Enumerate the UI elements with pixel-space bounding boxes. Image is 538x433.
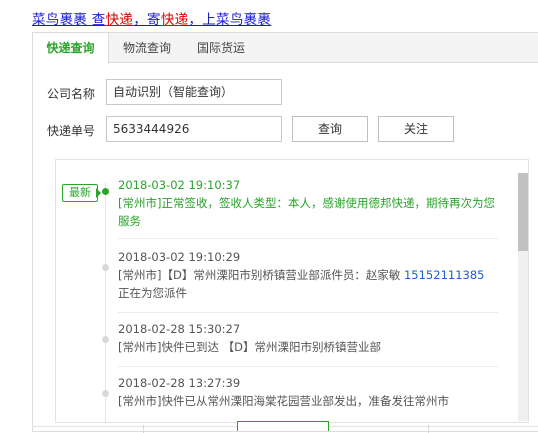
timeline-line [105, 182, 106, 422]
promo-text-2[interactable]: 快递 [106, 12, 134, 28]
tab-express-query[interactable]: 快递查询 [33, 33, 109, 64]
bottom-divider-tick [428, 425, 429, 433]
entry-desc-text: [常州市]【D】常州溧阳市别桥镇营业部派件员：赵家敏 [118, 268, 404, 282]
entry-desc: [常州市]【D】常州溧阳市别桥镇营业部派件员：赵家敏 15152111385 [118, 266, 498, 284]
tracking-number-label: 快递单号 [47, 124, 96, 138]
follow-button[interactable]: 关注 [378, 116, 454, 142]
query-button[interactable]: 查询 [292, 116, 368, 142]
entry-desc-cont: 正在为您派件 [118, 286, 187, 300]
tracking-results: 最新 2018-03-02 19:10:37 [常州市]正常签收，签收人类型：本… [55, 159, 529, 423]
tab-logistics-query[interactable]: 物流查询 [111, 33, 183, 63]
entry-time: 2018-02-28 13:27:39 [118, 376, 241, 390]
timeline-dot [102, 336, 109, 343]
tracking-number-input[interactable]: 5633444926 [106, 116, 282, 142]
entry-time: 2018-02-28 15:30:27 [118, 322, 241, 336]
company-label: 公司名称 [47, 87, 96, 101]
bottom-divider-tick [143, 425, 144, 433]
tracking-entry: 2018-02-28 13:27:39 [常州市]快件已从常州溧阳海棠花园营业部… [118, 374, 498, 410]
entry-desc: [常州市]正常签收，签收人类型：本人，感谢使用德邦快递，期待再次为您服务 [118, 196, 495, 228]
entry-time: 2018-03-02 19:10:37 [118, 178, 241, 192]
promo-text-1[interactable]: 菜鸟裹裹 查 [32, 12, 106, 28]
timeline-dot [102, 390, 109, 397]
timeline-dot-latest [102, 188, 109, 195]
results-scrollbar-thumb[interactable] [518, 173, 528, 251]
promo-text-4[interactable]: 快递 [161, 12, 189, 28]
company-select[interactable]: 自动识别（智能查询） [106, 79, 282, 105]
entry-divider [118, 312, 498, 313]
courier-phone[interactable]: 15152111385 [404, 268, 484, 282]
bottom-action-button[interactable] [237, 421, 329, 431]
tab-international-freight[interactable]: 国际货运 [189, 33, 253, 63]
timeline-dot [102, 264, 109, 271]
tracking-entry: 2018-03-02 19:10:37 [常州市]正常签收，签收人类型：本人，感… [118, 176, 498, 230]
promo-link[interactable]: 菜鸟裹裹 查快递，寄快递，上菜鸟裹裹 [32, 8, 271, 28]
latest-badge-arrow [96, 188, 101, 198]
promo-text-3[interactable]: ，寄 [133, 12, 161, 28]
entry-divider [118, 238, 498, 239]
latest-badge: 最新 [62, 184, 98, 202]
tracking-entry: 2018-03-02 19:10:29 [常州市]【D】常州溧阳市别桥镇营业部派… [118, 248, 498, 302]
entry-time: 2018-03-02 19:10:29 [118, 250, 241, 264]
tracking-entry: 2018-02-28 15:30:27 [常州市]快件已到达 【D】常州溧阳市别… [118, 320, 498, 356]
promo-text-5[interactable]: ，上菜鸟裹裹 [188, 12, 271, 28]
entry-divider [118, 366, 498, 367]
entry-desc: [常州市]快件已从常州溧阳海棠花园营业部发出，准备发往常州市 [118, 394, 449, 408]
tracking-panel: 快递查询 物流查询 国际货运 公司名称 自动识别（智能查询） 快递单号 5633… [32, 32, 538, 433]
tab-bar: 快递查询 物流查询 国际货运 [33, 33, 538, 64]
entry-desc: [常州市]快件已到达 【D】常州溧阳市别桥镇营业部 [118, 340, 381, 354]
